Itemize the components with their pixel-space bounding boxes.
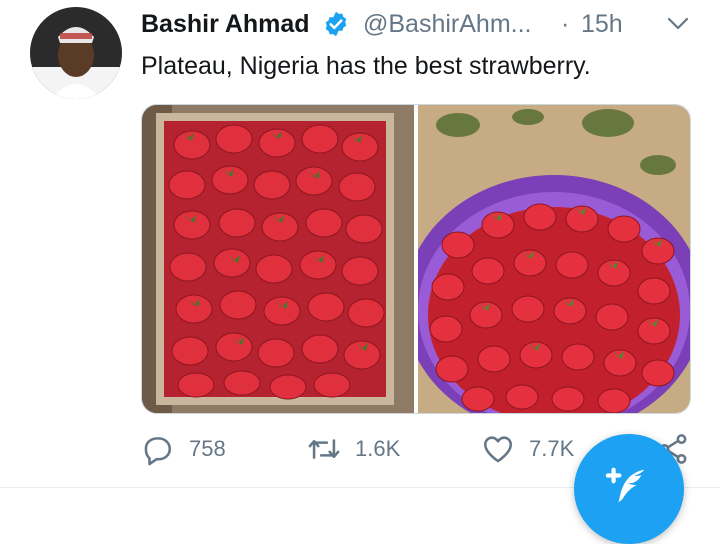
tweet-timestamp[interactable]: 15h	[581, 6, 623, 42]
avatar[interactable]	[30, 7, 122, 99]
chevron-down-icon[interactable]	[666, 12, 690, 36]
reply-button[interactable]: 758	[141, 428, 226, 470]
strawberry-basket-photo[interactable]	[418, 105, 690, 413]
compose-tweet-button[interactable]	[574, 434, 684, 544]
reply-icon	[144, 437, 172, 466]
compose-tweet-icon	[605, 467, 645, 503]
retweet-button[interactable]: 1.6K	[307, 428, 400, 470]
retweet-icon	[308, 439, 340, 459]
strawberry-crate-photo[interactable]	[142, 105, 414, 413]
reply-count: 758	[189, 436, 226, 461]
tweet-header: Bashir Ahmad @BashirAhm... · 15h	[141, 6, 700, 42]
author-handle[interactable]: @BashirAhm...	[363, 6, 531, 42]
avatar-photo	[30, 7, 122, 99]
tweet-text: Plateau, Nigeria has the best strawberry…	[141, 52, 591, 80]
tweet-media	[141, 104, 691, 414]
author-name[interactable]: Bashir Ahmad	[141, 6, 310, 42]
separator-dot: ·	[561, 10, 570, 38]
retweet-count: 1.6K	[355, 436, 401, 461]
verified-badge-icon	[325, 11, 347, 37]
heart-icon	[483, 436, 513, 463]
like-count: 7.7K	[529, 436, 575, 461]
like-button[interactable]: 7.7K	[481, 428, 574, 470]
